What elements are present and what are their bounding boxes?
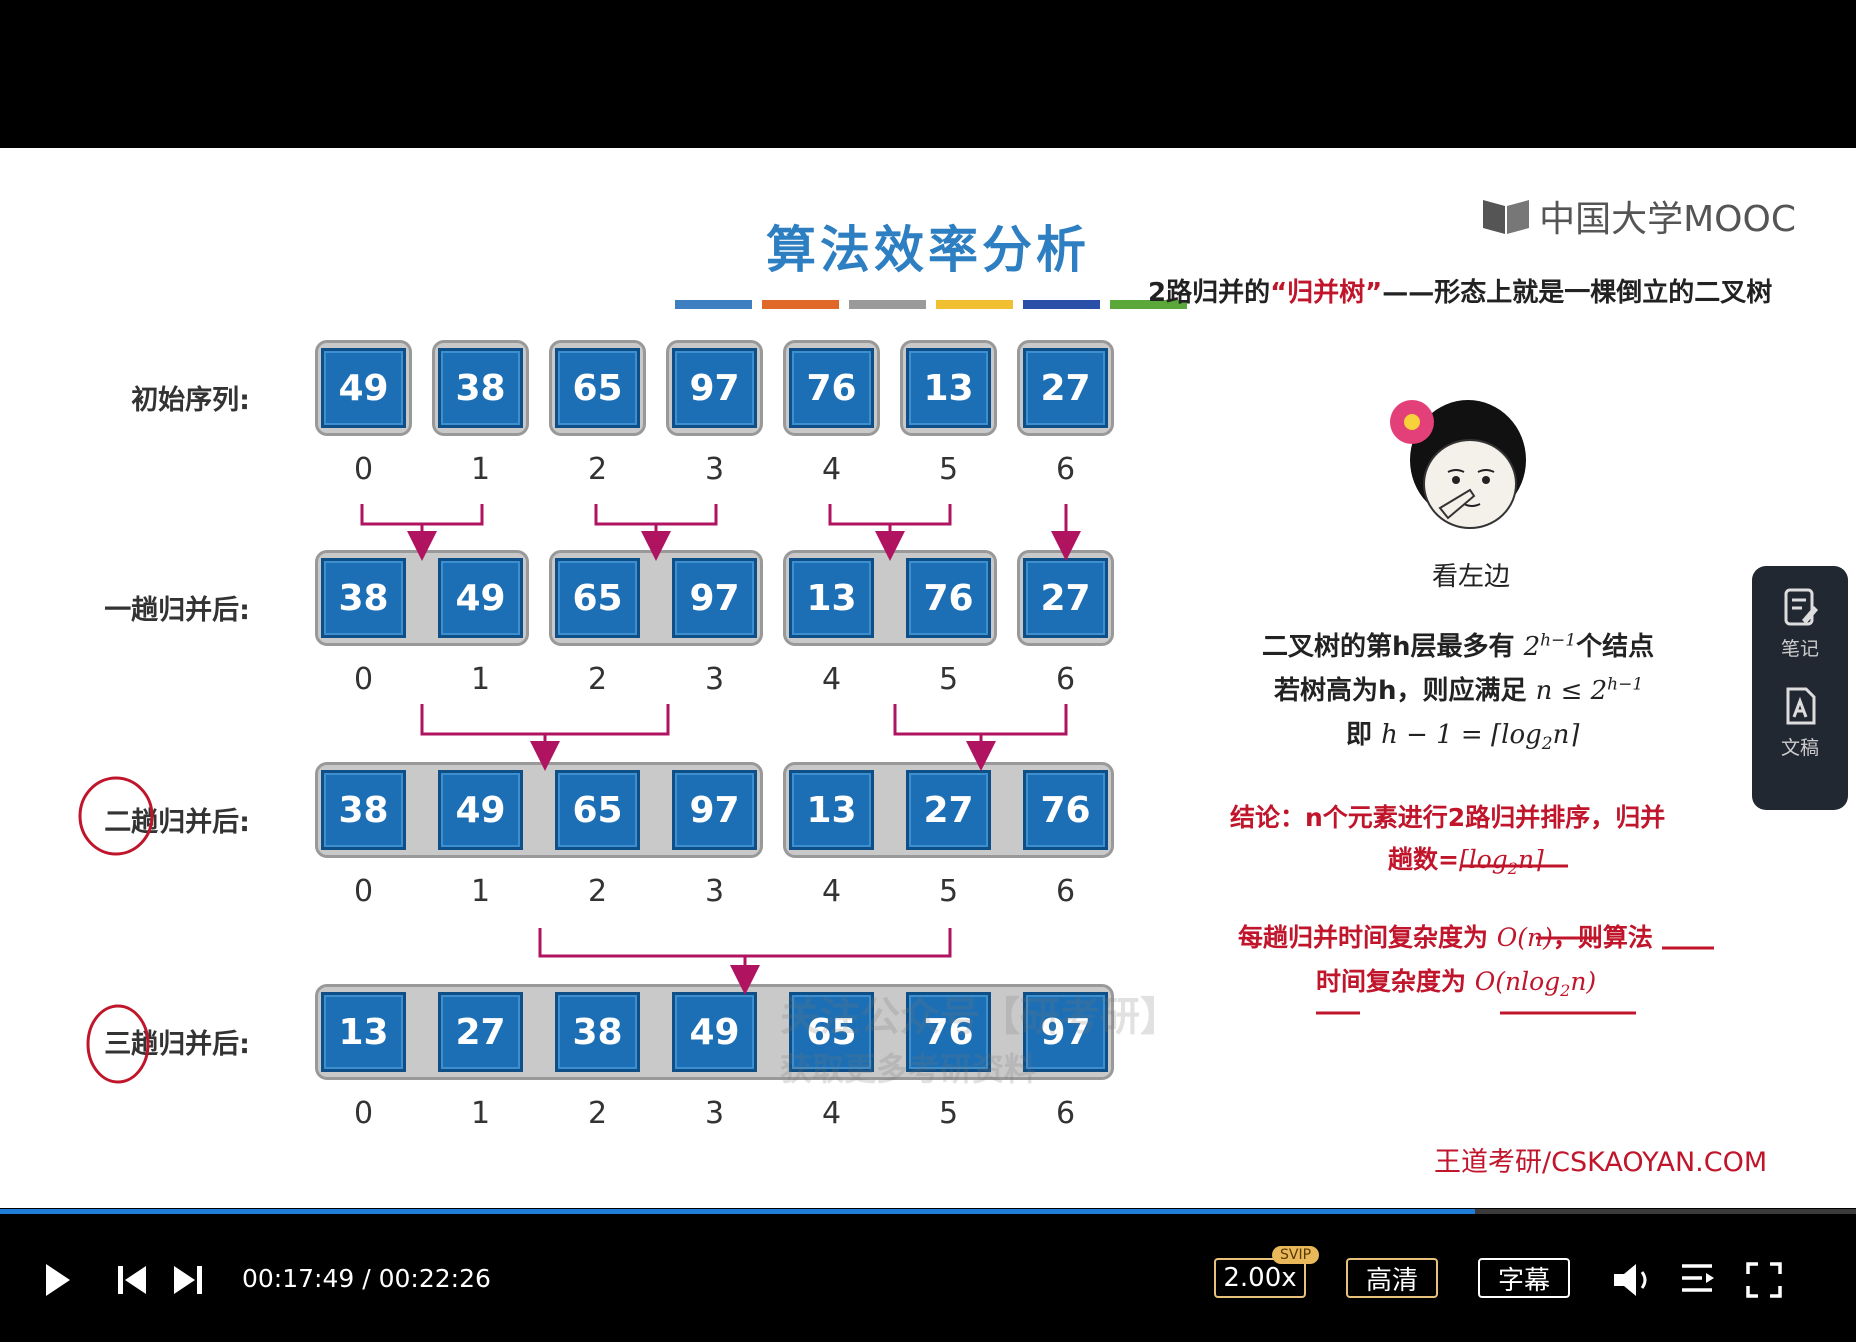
svip-badge: SVIP	[1272, 1246, 1320, 1264]
footer-brand: 王道考研/CSKAOYAN.COM	[1434, 1147, 1768, 1178]
merge-bracket-1a	[360, 504, 484, 526]
previous-icon[interactable]	[116, 1264, 148, 1296]
next-icon[interactable]	[172, 1264, 204, 1296]
slide: 算法效率分析 中国大学MOOC 初始序列: 49 0 38 1 65 2 97 3 76 4 13 5 2…	[0, 148, 1856, 1208]
speed-label: 2.00x	[1223, 1263, 1297, 1293]
tree-heading: 2路归并的“归并树”——形态上就是一棵倒立的二叉树	[1148, 278, 1773, 308]
playlist-icon[interactable]	[1680, 1262, 1718, 1296]
time-separator: /	[362, 1264, 371, 1293]
video-player[interactable]: 算法效率分析 中国大学MOOC 初始序列: 49 0 38 1 65 2 97 3 76 4 13 5 2…	[0, 0, 1856, 1342]
side-panel: 笔记 文稿	[1752, 566, 1848, 810]
complexity-line1: 每趟归并时间复杂度为 O(n)，则算法	[1238, 923, 1653, 952]
volume-icon[interactable]	[1612, 1260, 1656, 1300]
tree-level-line: 二叉树的第h层最多有 2h−1个结点	[1262, 630, 1655, 662]
total-time: 00:22:26	[378, 1264, 491, 1293]
conclusion-line1: 结论：n个元素进行2路归并排序，归并	[1230, 803, 1666, 832]
transcript-icon	[1786, 687, 1816, 725]
watermark-1: 关注公众号【研考研】	[780, 994, 1180, 1040]
complexity-line2: 时间复杂度为 O(nlog2n)	[1316, 967, 1597, 1000]
quality-label: 高清	[1365, 1265, 1418, 1296]
merge-bracket-2a	[420, 704, 670, 736]
progress-fill	[0, 1209, 1475, 1214]
time-display: 00:17:49 / 00:22:26	[242, 1264, 491, 1293]
progress-bar[interactable]	[0, 1209, 1856, 1214]
meme-face-image	[1390, 400, 1526, 529]
tree-height-formula: 即 h − 1 = ⌈log2n⌉	[1346, 720, 1580, 755]
transcript-label: 文稿	[1780, 737, 1819, 759]
subtitle-label: 字幕	[1497, 1265, 1550, 1296]
subtitle-button[interactable]: 字幕	[1478, 1258, 1570, 1298]
merge-bracket-2b	[893, 704, 1068, 736]
merge-bracket-3	[538, 928, 952, 958]
notes-icon	[1784, 588, 1818, 626]
conclusion-line2: 趟数=⌈log2n⌉	[1388, 845, 1544, 878]
notes-label: 笔记	[1780, 638, 1819, 660]
fullscreen-icon[interactable]	[1746, 1262, 1782, 1298]
speed-button[interactable]: 2.00x	[1214, 1258, 1306, 1298]
transcript-button[interactable]: 文稿	[1780, 685, 1820, 760]
watermark-2: 获取更多考研资料	[780, 1050, 1037, 1088]
handwritten-circle-2	[78, 776, 154, 856]
play-icon[interactable]	[42, 1262, 72, 1298]
current-time: 00:17:49	[242, 1264, 355, 1293]
notes-button[interactable]: 笔记	[1780, 586, 1820, 661]
handwritten-circle-3	[86, 1004, 150, 1084]
quality-button[interactable]: 高清	[1346, 1258, 1438, 1298]
merge-bracket-1b	[594, 504, 718, 526]
meme-caption: 看左边	[1432, 562, 1511, 592]
merge-bracket-1c	[828, 504, 952, 526]
tree-height-line: 若树高为h，则应满足 n ≤ 2h−1	[1274, 674, 1644, 706]
